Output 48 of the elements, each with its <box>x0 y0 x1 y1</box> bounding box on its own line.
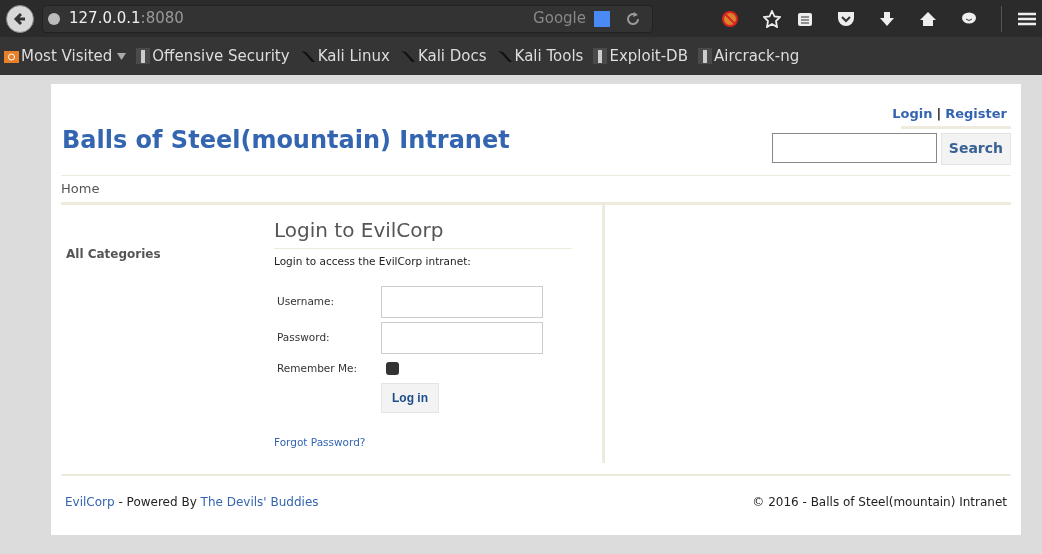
bookmark[interactable]: Exploit-DB <box>593 44 688 68</box>
bookmark[interactable]: Most Visited <box>4 44 127 68</box>
form-heading: Login to EvilCorp <box>274 215 572 249</box>
search-button[interactable]: Search <box>940 132 1011 165</box>
download-icon[interactable] <box>879 10 895 27</box>
back-button[interactable] <box>6 4 34 33</box>
url-text: 127.0.0.1:8080 <box>69 8 185 30</box>
address-bar[interactable]: 127.0.0.1:8080 Google <box>42 4 653 33</box>
company-link[interactable]: EvilCorp <box>65 495 115 509</box>
reload-icon[interactable] <box>626 11 640 26</box>
search-field[interactable] <box>771 132 937 163</box>
separator: | <box>936 105 942 123</box>
home-icon[interactable] <box>919 10 937 27</box>
username-field[interactable] <box>381 285 543 318</box>
bookmark[interactable]: Kali Docs <box>399 44 487 68</box>
site-icon <box>697 48 712 64</box>
register-link[interactable]: Register <box>945 104 1007 124</box>
login-link[interactable]: Login <box>892 104 933 124</box>
google-icon <box>594 10 610 27</box>
back-arrow-icon <box>12 10 28 27</box>
menu-icon[interactable] <box>1018 11 1036 26</box>
remember-label: Remember Me: <box>276 360 359 376</box>
bookmark[interactable]: Kali Tools <box>496 44 584 68</box>
intro-text: Login to access the EvilCorp intranet: <box>274 254 472 269</box>
forgot-password-link[interactable]: Forgot Password? <box>274 434 572 451</box>
bookmark[interactable]: Kali Linux <box>299 44 390 68</box>
copyright-text: © 2016 - Balls of Steel(mountain) Intranet <box>752 494 1007 511</box>
chat-icon[interactable] <box>961 11 977 26</box>
bookmark[interactable]: Offensive Security <box>136 44 290 68</box>
star-icon[interactable] <box>763 9 781 28</box>
folder-icon <box>4 49 19 63</box>
remember-checkbox[interactable] <box>386 362 399 376</box>
credit-link[interactable]: The Devils' Buddies <box>200 495 319 509</box>
nav-link[interactable]: Home <box>61 179 100 199</box>
bookmark[interactable]: Aircrack-ng <box>697 44 800 68</box>
site-icon <box>136 48 151 64</box>
site-icon <box>593 48 608 64</box>
username-label: Username: <box>276 293 336 309</box>
dropdown-caret-icon <box>117 52 127 60</box>
site-title: Balls of Steel(mountain) Intranet <box>62 125 510 156</box>
login-button[interactable]: Log in <box>381 382 439 413</box>
search-engine-label: Google <box>533 8 586 30</box>
password-field[interactable] <box>381 321 543 354</box>
reading-list-icon[interactable] <box>797 10 813 27</box>
footer-credit: EvilCorp - Powered By The Devils' Buddies <box>65 494 319 511</box>
blocked-icon[interactable] <box>721 9 739 28</box>
password-label: Password: <box>276 329 331 345</box>
sidebar-heading: All Categories <box>66 246 162 263</box>
